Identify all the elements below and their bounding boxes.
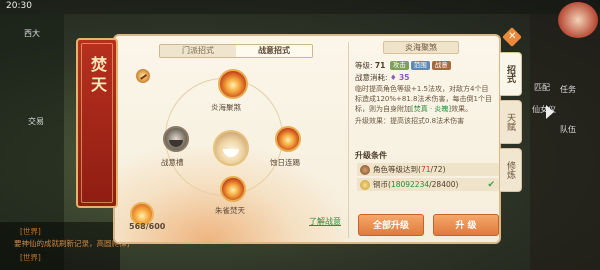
bowl-icon	[223, 148, 239, 157]
skill-zhuque-icon[interactable]	[220, 176, 246, 202]
war-energy-value: 568/600	[129, 222, 166, 231]
hud-label-team[interactable]: 队伍	[560, 124, 576, 135]
upgrade-effect: 升级效果：提高该招式0.8法术伤害	[355, 117, 465, 125]
cond-current: 18092234	[390, 180, 430, 189]
skill-detail-title: 炎海聚煞	[383, 41, 459, 54]
hud-label-trade[interactable]: 交易	[28, 116, 44, 127]
skill-type-tabs: 门派招式 战意招式	[159, 44, 313, 58]
condition-level-row: 角色等级达到(71/72)	[357, 163, 499, 176]
sword-icon	[136, 69, 150, 83]
skill-tag: 范围	[410, 61, 430, 70]
upgrade-conditions-title: 升级条件	[355, 151, 387, 160]
energy-cost-row: 战意消耗: ♦ 35	[355, 72, 409, 83]
skill-level-row: 等级: 71 攻击 范围 战意	[355, 60, 451, 71]
chat-line: [世界]	[20, 227, 41, 236]
learn-war-energy-link[interactable]: 了解战意	[309, 216, 341, 227]
skill-panel: 门派招式 战意招式 炎海聚煞 战意槽 蚀日连踢 朱雀焚天 568/600 了解战…	[113, 34, 501, 244]
clock: 20:30	[6, 1, 32, 11]
hud-label-task[interactable]: 任务	[560, 84, 576, 95]
skill-shiri-label: 蚀日连踢	[270, 158, 300, 167]
character-avatar-icon	[360, 165, 370, 175]
right-hud: 任务 队伍 匹配 仙女仪	[530, 14, 600, 270]
sect-title: 焚天	[88, 56, 107, 96]
hud-label-map[interactable]: 西大	[24, 28, 40, 39]
sect-banner: 焚天	[76, 38, 118, 208]
tab-sect-skills[interactable]: 门派招式	[160, 45, 236, 57]
chat-box[interactable]: [世界] 要神仙的成就刷新记录，高圆爬梯] [世界]	[0, 222, 129, 270]
skill-tag: 攻击	[389, 61, 409, 70]
chat-line: 要神仙的成就刷新记录，高圆爬梯]	[14, 239, 130, 248]
cond-text: 角色等级达到(	[373, 165, 421, 174]
upgrade-button[interactable]: 升 级	[433, 214, 499, 236]
expand-arrow-icon[interactable]	[546, 105, 554, 119]
skill-yanhai-icon[interactable]	[218, 69, 248, 99]
cond-text: )	[455, 180, 459, 189]
skill-zhuque-label: 朱雀焚天	[215, 206, 245, 215]
status-bar: 20:30	[0, 0, 600, 14]
desc-highlight: [焚真 · 炎魄]	[411, 105, 452, 113]
sidetab-cultivate[interactable]: 修炼	[500, 148, 522, 192]
copper-coin-icon	[360, 180, 370, 190]
skill-shiri-icon[interactable]	[275, 126, 301, 152]
skill-tag: 战意	[431, 61, 451, 70]
cond-text: )	[442, 165, 446, 174]
bowl-icon	[169, 140, 183, 148]
check-icon: ✔	[487, 180, 495, 190]
desc-text: 效果。	[451, 105, 473, 113]
upgrade-all-button[interactable]: 全部升级	[358, 214, 424, 236]
skill-description: 临时提高角色等级+1.5法攻，对敌方4个目标造成120%+81.8法术伤害，每击…	[355, 84, 495, 114]
condition-coin-row: 铜币(18092234/28400) ✔	[357, 178, 499, 191]
player-avatar[interactable]	[558, 2, 598, 38]
skill-zhanyi-icon[interactable]	[163, 126, 189, 152]
tab-war-skills[interactable]: 战意招式	[236, 45, 312, 57]
energy-cost-value: 35	[399, 73, 410, 82]
sidetab-skills[interactable]: 招式	[500, 52, 522, 96]
level-label: 等级:	[355, 61, 373, 70]
energy-drop-icon: ♦	[389, 73, 397, 82]
chat-line: [世界]	[20, 253, 41, 262]
cond-required: 28400	[431, 180, 456, 189]
hud-label-match[interactable]: 匹配	[534, 82, 550, 93]
energy-cost-label: 战意消耗:	[355, 73, 388, 82]
center-skill-icon[interactable]	[213, 130, 249, 166]
skill-yanhai-label: 炎海聚煞	[211, 103, 241, 112]
sidetab-talent[interactable]: 天赋	[500, 100, 522, 144]
cond-text: 铜币(	[373, 180, 391, 189]
panel-divider	[348, 42, 349, 238]
skill-zhanyi-label: 战意槽	[161, 158, 184, 167]
level-value: 71	[374, 61, 386, 70]
cond-required: 72	[433, 165, 443, 174]
